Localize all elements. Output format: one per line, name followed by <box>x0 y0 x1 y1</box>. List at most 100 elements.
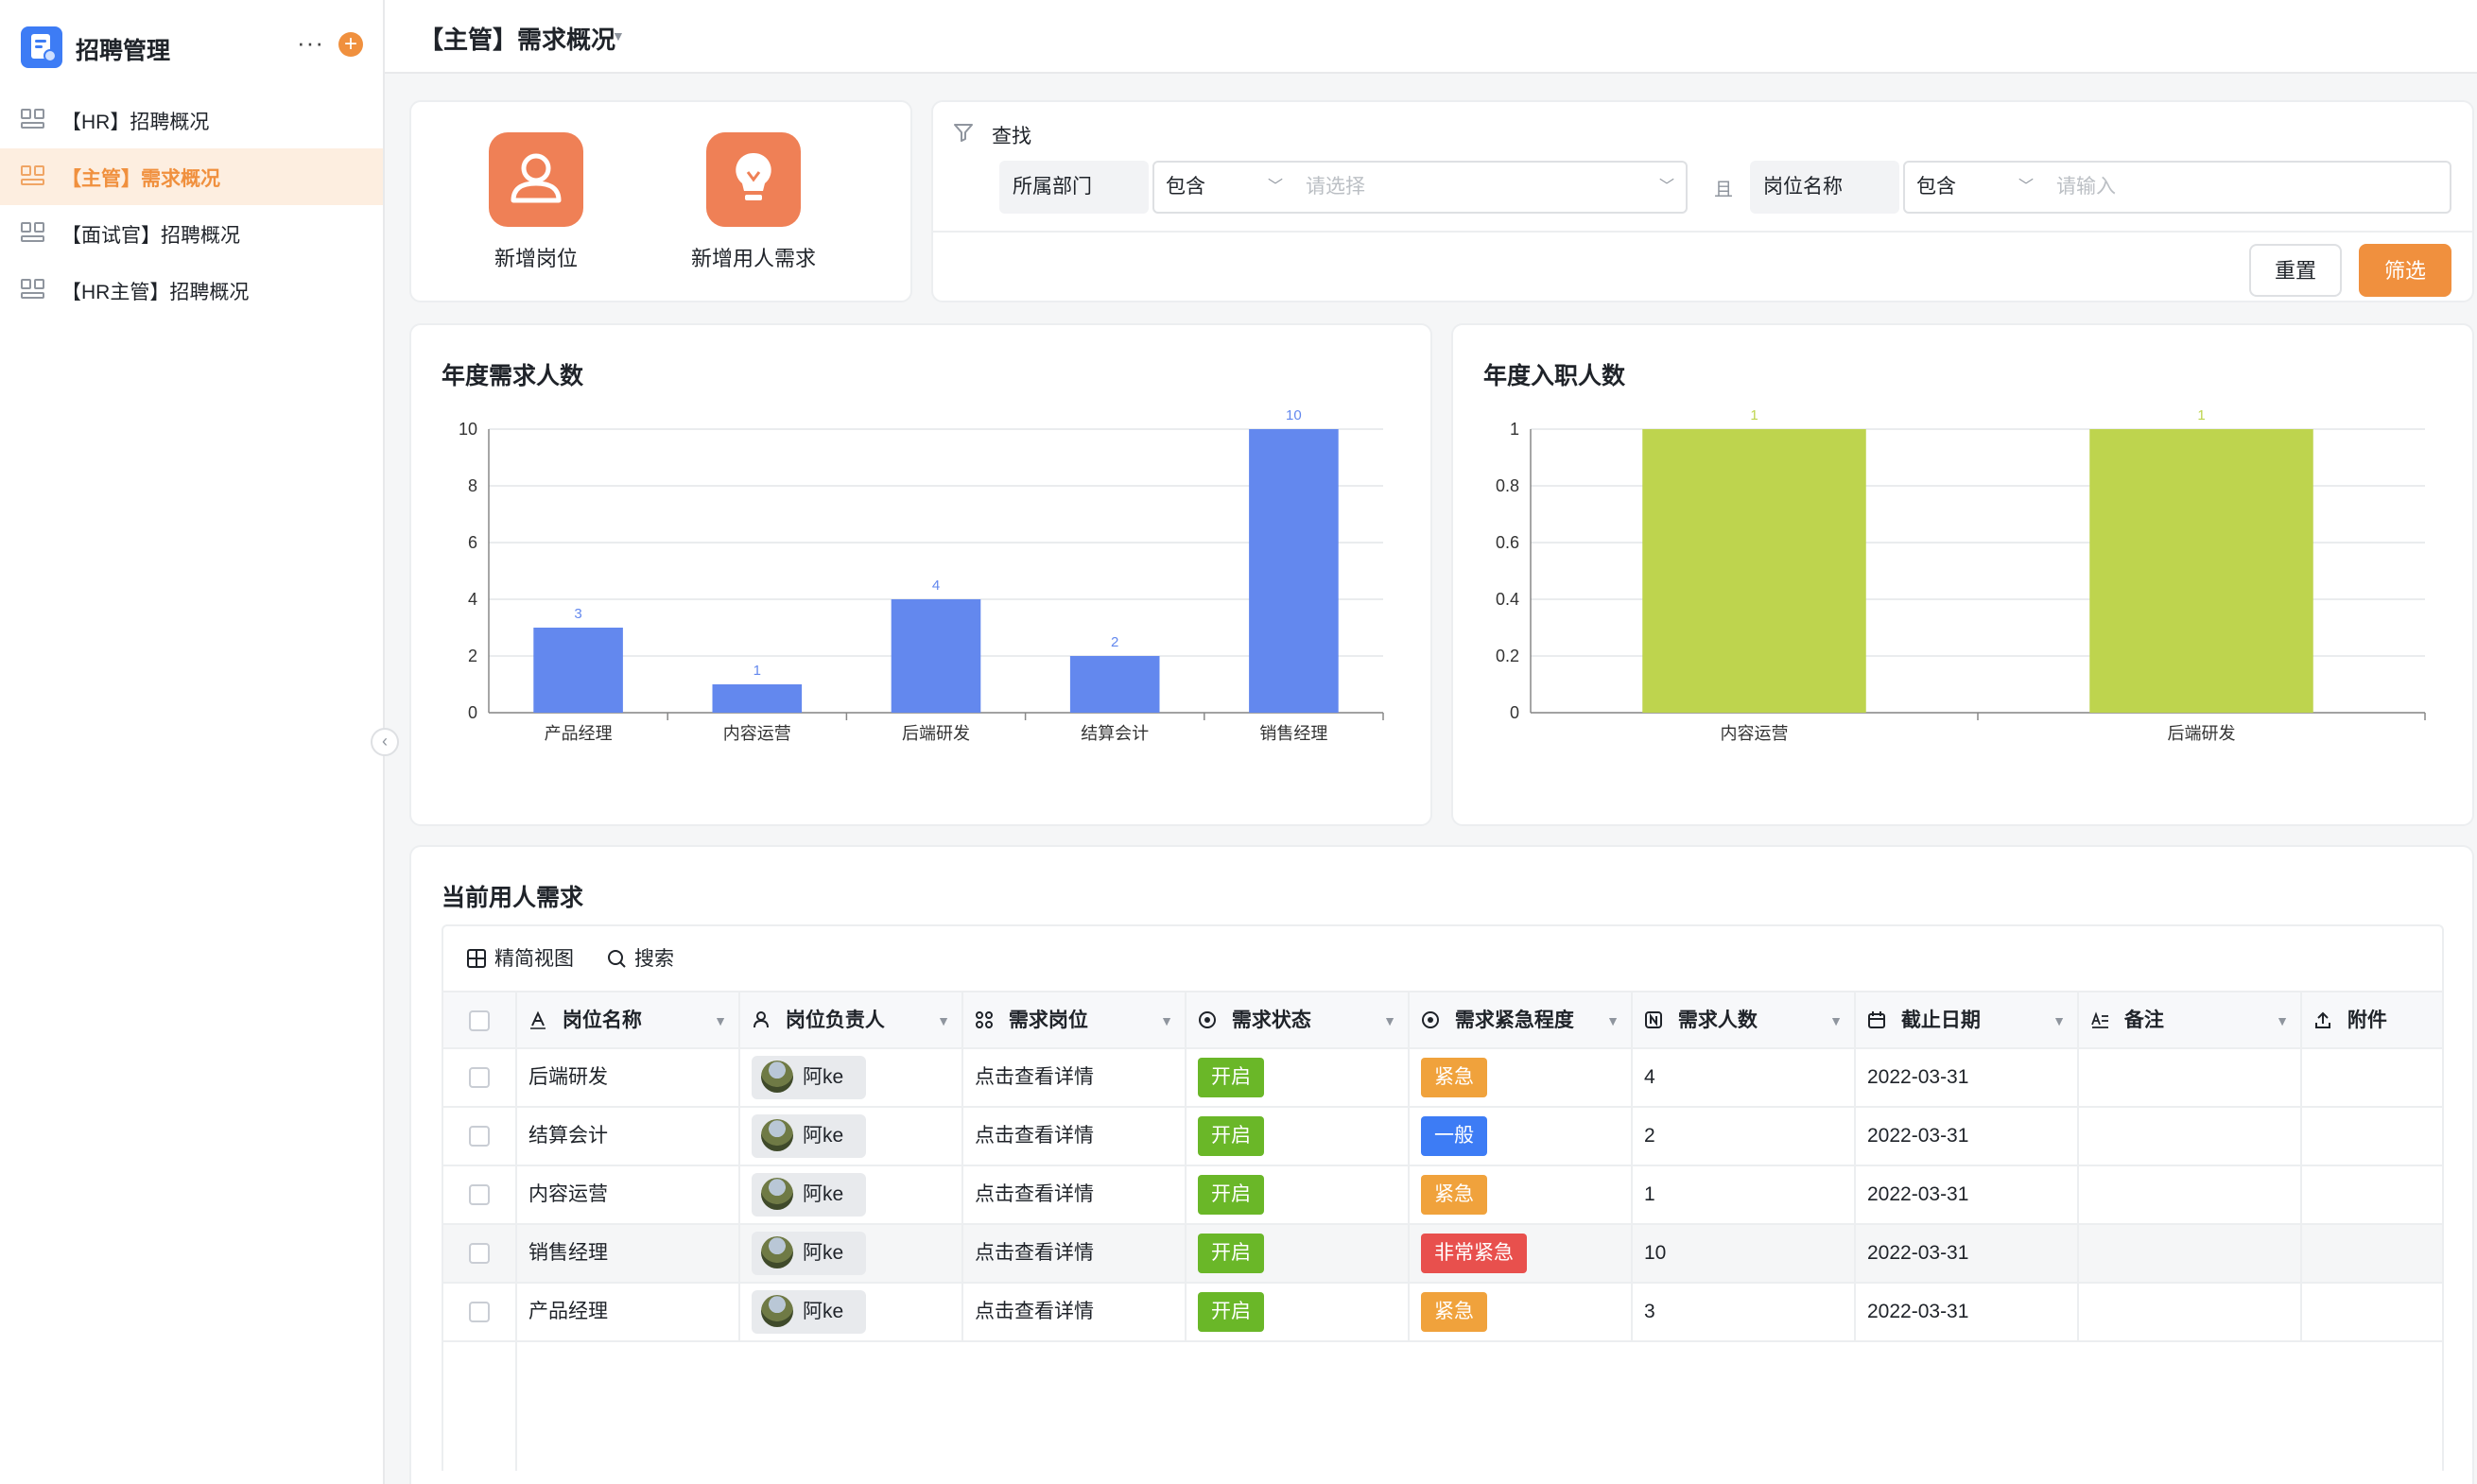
y-tick-label: 0.6 <box>1496 533 1519 552</box>
count-cell[interactable]: 1 <box>1633 1166 1856 1225</box>
deadline-cell[interactable]: 2022-03-31 <box>1856 1284 2079 1342</box>
attachment-cell[interactable] <box>2302 1284 2442 1342</box>
chevron-down-icon: ﹀ <box>2018 179 2034 195</box>
position-cell[interactable]: 内容运营 <box>517 1166 740 1225</box>
owner-chip[interactable]: 阿ke <box>752 1114 867 1158</box>
count-cell[interactable]: 3 <box>1633 1284 1856 1342</box>
calendar-icon <box>1867 995 1886 1028</box>
row-checkbox[interactable] <box>469 1067 490 1088</box>
bar <box>2089 429 2313 713</box>
detail-link[interactable]: 点击查看详情 <box>963 1166 1187 1225</box>
sort-caret-icon[interactable]: ▼ <box>1606 992 1620 1049</box>
collapse-sidebar-button[interactable]: ‹ <box>371 728 399 756</box>
deadline-cell[interactable]: 2022-03-31 <box>1856 1225 2079 1284</box>
note-cell[interactable] <box>2079 1284 2302 1342</box>
status-icon <box>1421 995 1440 1028</box>
position-name-input[interactable]: 请输入 <box>2045 161 2451 214</box>
search-button[interactable]: 搜索 <box>606 943 674 972</box>
column-header[interactable]: 岗位负责人 ▼ <box>740 992 963 1051</box>
column-header[interactable]: 需求状态 ▼ <box>1187 992 1410 1051</box>
more-icon[interactable]: ··· <box>297 28 324 58</box>
column-header[interactable]: 需求岗位 ▼ <box>963 992 1187 1051</box>
sort-caret-icon[interactable]: ▼ <box>2053 992 2066 1049</box>
sidebar-item-hr-manager-overview[interactable]: 【HR主管】招聘概况 <box>0 262 383 319</box>
sidebar-item-interviewer-overview[interactable]: 【面试官】招聘概况 <box>0 205 383 262</box>
position-cell[interactable]: 销售经理 <box>517 1225 740 1284</box>
owner-chip[interactable]: 阿ke <box>752 1173 867 1217</box>
table-row[interactable]: 产品经理 阿ke 点击查看详情 开启 紧急 3 2022-03-31 <box>443 1284 2442 1342</box>
count-cell[interactable]: 4 <box>1633 1049 1856 1108</box>
position-cell[interactable]: 结算会计 <box>517 1108 740 1166</box>
column-header[interactable]: 需求紧急程度 ▼ <box>1410 992 1633 1051</box>
position-cell[interactable]: 产品经理 <box>517 1284 740 1342</box>
owner-chip[interactable]: 阿ke <box>752 1290 867 1334</box>
select-all-checkbox[interactable] <box>469 1010 490 1031</box>
column-label: 需求人数 <box>1677 1009 1758 1031</box>
attachment-cell[interactable] <box>2302 1225 2442 1284</box>
add-demand-button[interactable]: 新增用人需求 <box>668 132 839 302</box>
sidebar-item-hr-overview[interactable]: 【HR】招聘概况 <box>0 92 383 148</box>
caret-down-icon[interactable]: ▼ <box>612 28 625 43</box>
column-header[interactable]: 备注 ▼ <box>2079 992 2302 1051</box>
status-badge: 开启 <box>1198 1058 1264 1097</box>
sidebar-item-label: 【HR主管】招聘概况 <box>61 282 250 303</box>
sort-caret-icon[interactable]: ▼ <box>1829 992 1843 1049</box>
column-header[interactable]: 需求人数 ▼ <box>1633 992 1856 1051</box>
table-row[interactable]: 后端研发 阿ke 点击查看详情 开启 紧急 4 2022-03-31 <box>443 1049 2442 1108</box>
column-header[interactable]: 岗位名称 ▼ <box>517 992 740 1051</box>
filter-button[interactable]: 筛选 <box>2359 244 2451 297</box>
column-header[interactable]: 截止日期 ▼ <box>1856 992 2079 1051</box>
sidebar-item-manager-demand[interactable]: 【主管】需求概况 <box>0 148 383 205</box>
filter-field-department[interactable]: 所属部门 <box>999 161 1149 214</box>
table-row[interactable]: 销售经理 阿ke 点击查看详情 开启 非常紧急 10 2022-03-31 <box>443 1225 2442 1284</box>
column-header[interactable]: 附件 <box>2302 992 2442 1051</box>
owner-chip[interactable]: 阿ke <box>752 1056 867 1099</box>
deadline-cell[interactable]: 2022-03-31 <box>1856 1049 2079 1108</box>
count-cell[interactable]: 2 <box>1633 1108 1856 1166</box>
sort-caret-icon[interactable]: ▼ <box>937 992 950 1049</box>
row-checkbox[interactable] <box>469 1184 490 1205</box>
deadline-cell[interactable]: 2022-03-31 <box>1856 1108 2079 1166</box>
row-checkbox[interactable] <box>469 1243 490 1264</box>
table-row[interactable]: 结算会计 阿ke 点击查看详情 开启 一般 2 2022-03-31 <box>443 1108 2442 1166</box>
add-icon[interactable]: + <box>338 32 363 57</box>
filter-operator-select[interactable]: 包含 ﹀ <box>1903 161 2047 214</box>
note-cell[interactable] <box>2079 1166 2302 1225</box>
count-cell[interactable]: 10 <box>1633 1225 1856 1284</box>
sort-caret-icon[interactable]: ▼ <box>1383 992 1396 1049</box>
sort-caret-icon[interactable]: ▼ <box>1160 992 1173 1049</box>
sidebar-item-label: 【面试官】招聘概况 <box>61 225 240 247</box>
y-tick-label: 2 <box>468 647 477 665</box>
note-cell[interactable] <box>2079 1225 2302 1284</box>
avatar <box>761 1061 793 1093</box>
detail-link[interactable]: 点击查看详情 <box>963 1284 1187 1342</box>
table-row[interactable]: 内容运营 阿ke 点击查看详情 开启 紧急 1 2022-03-31 <box>443 1166 2442 1225</box>
row-checkbox[interactable] <box>469 1302 490 1322</box>
owner-name: 阿ke <box>803 1183 844 1205</box>
attachment-cell[interactable] <box>2302 1166 2442 1225</box>
filter-operator-select[interactable]: 包含 ﹀ <box>1152 161 1296 214</box>
y-tick-label: 0 <box>1510 703 1519 722</box>
note-cell[interactable] <box>2079 1108 2302 1166</box>
owner-chip[interactable]: 阿ke <box>752 1232 867 1275</box>
detail-link[interactable]: 点击查看详情 <box>963 1108 1187 1166</box>
deadline-cell[interactable]: 2022-03-31 <box>1856 1166 2079 1225</box>
sort-caret-icon[interactable]: ▼ <box>2276 992 2289 1049</box>
reset-button[interactable]: 重置 <box>2249 244 2342 297</box>
detail-link[interactable]: 点击查看详情 <box>963 1049 1187 1108</box>
note-cell[interactable] <box>2079 1049 2302 1108</box>
filter-field-position[interactable]: 岗位名称 <box>1750 161 1899 214</box>
attachment-cell[interactable] <box>2302 1049 2442 1108</box>
view-switch-button[interactable]: 精简视图 <box>466 943 574 972</box>
add-position-button[interactable]: 新增岗位 <box>451 132 621 302</box>
grid-view-icon <box>466 948 487 969</box>
position-cell[interactable]: 后端研发 <box>517 1049 740 1108</box>
row-checkbox[interactable] <box>469 1126 490 1147</box>
detail-link[interactable]: 点击查看详情 <box>963 1225 1187 1284</box>
app-logo-icon <box>21 26 62 68</box>
avatar <box>761 1119 793 1151</box>
sort-caret-icon[interactable]: ▼ <box>714 992 727 1049</box>
x-tick-label: 后端研发 <box>2168 724 2236 743</box>
department-select[interactable]: 请选择 ﹀ <box>1294 161 1688 214</box>
attachment-cell[interactable] <box>2302 1108 2442 1166</box>
